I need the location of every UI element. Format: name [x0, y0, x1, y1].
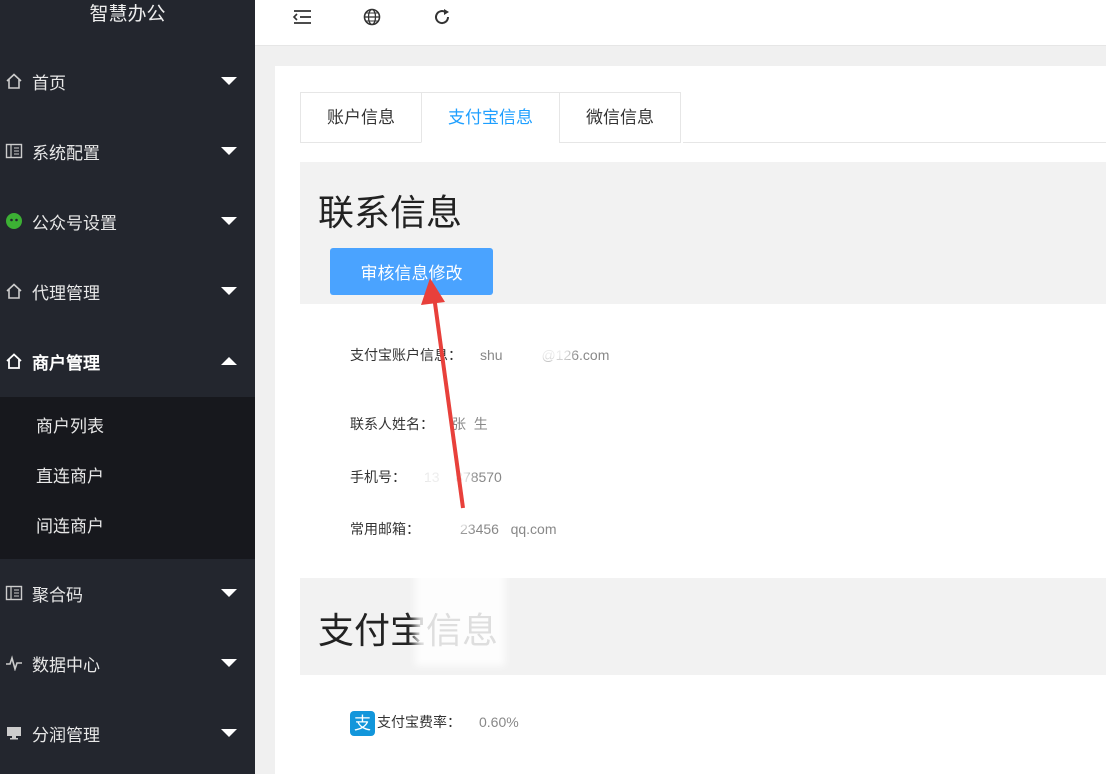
submenu-item-indirect-merchant[interactable]: 间连商户: [0, 502, 255, 552]
email-value: 23456 qq.com: [460, 521, 557, 537]
home-icon: [0, 72, 32, 90]
tab-divider: [683, 142, 1106, 143]
sidebar-item-data-center[interactable]: 数据中心: [0, 628, 255, 698]
email-label: 常用邮箱：: [350, 521, 420, 537]
home-icon: [0, 352, 32, 370]
sidebar: 智慧办公 首页 系统配置 公众号设置 代理管理 商户管理 商户列表 直连商户 间…: [0, 0, 255, 774]
tab-alipay-info[interactable]: 支付宝信息: [421, 92, 559, 143]
alipay-rate-value: 0.60%: [479, 714, 519, 731]
sidebar-item-aggregate-code[interactable]: 聚合码: [0, 558, 255, 628]
sidebar-item-system-config[interactable]: 系统配置: [0, 116, 255, 186]
alipay-account-label: 支付宝账户信息：: [350, 347, 462, 363]
submenu-item-direct-merchant[interactable]: 直连商户: [0, 452, 255, 502]
sidebar-item-label: 商户管理: [32, 353, 100, 373]
sidebar-item-label: 公众号设置: [32, 213, 117, 233]
chevron-down-icon: [221, 659, 237, 667]
wechat-icon: [0, 212, 32, 230]
book-icon: [0, 143, 32, 159]
tab-bar: 账户信息 支付宝信息 微信信息: [300, 92, 681, 143]
sidebar-item-label: 代理管理: [32, 283, 100, 303]
tab-account-info[interactable]: 账户信息: [300, 92, 421, 143]
contact-section-title: 联系信息: [318, 192, 463, 233]
menu-fold-icon[interactable]: [291, 6, 313, 28]
app-title: 智慧办公: [0, 0, 255, 45]
redaction-blur: [415, 566, 505, 666]
sidebar-item-label: 聚合码: [32, 585, 83, 605]
chevron-down-icon: [221, 147, 237, 155]
redaction-blur: [420, 460, 470, 530]
sidebar-item-merchant-management[interactable]: 商户管理: [0, 326, 255, 396]
sidebar-item-label: 分润管理: [32, 725, 100, 745]
alipay-rate-field: 支支付宝费率： 0.60%: [350, 711, 519, 736]
top-bar: [255, 0, 1106, 46]
home-icon: [0, 282, 32, 300]
audit-edit-button[interactable]: 审核信息修改: [330, 248, 493, 295]
sidebar-item-profit-sharing[interactable]: 分润管理: [0, 698, 255, 768]
alipay-icon: 支: [350, 711, 375, 736]
sidebar-item-label: 系统配置: [32, 143, 100, 163]
contact-name-field: 联系人姓名： 张 生: [350, 414, 488, 434]
sidebar-item-home[interactable]: 首页: [0, 46, 255, 116]
alipay-rate-label: 支付宝费率：: [377, 714, 461, 731]
pulse-icon: [0, 655, 32, 671]
chevron-up-icon: [221, 357, 237, 365]
chevron-down-icon: [221, 77, 237, 85]
tab-wechat-info[interactable]: 微信信息: [559, 92, 681, 143]
chevron-down-icon: [221, 217, 237, 225]
sidebar-item-agent-management[interactable]: 代理管理: [0, 256, 255, 326]
contact-name-label: 联系人姓名：: [350, 416, 434, 432]
chevron-down-icon: [221, 589, 237, 597]
sidebar-item-label: 数据中心: [32, 655, 100, 675]
chevron-down-icon: [221, 287, 237, 295]
main-card: 账户信息 支付宝信息 微信信息 联系信息 审核信息修改 支付宝账户信息： shu …: [275, 66, 1106, 774]
contact-section-header: 联系信息 审核信息修改: [300, 162, 1106, 304]
submenu-item-merchant-list[interactable]: 商户列表: [0, 402, 255, 452]
phone-label: 手机号：: [350, 469, 406, 485]
sidebar-item-label: 首页: [32, 73, 66, 93]
redaction-blur: [511, 344, 571, 362]
chevron-down-icon: [221, 729, 237, 737]
monitor-icon: [0, 725, 32, 741]
merchant-submenu: 商户列表 直连商户 间连商户: [0, 397, 255, 559]
contact-name-value: 张 生: [452, 416, 488, 432]
refresh-icon[interactable]: [431, 6, 453, 28]
book-icon: [0, 585, 32, 601]
globe-icon[interactable]: [361, 6, 383, 28]
sidebar-item-wechat-settings[interactable]: 公众号设置: [0, 186, 255, 256]
